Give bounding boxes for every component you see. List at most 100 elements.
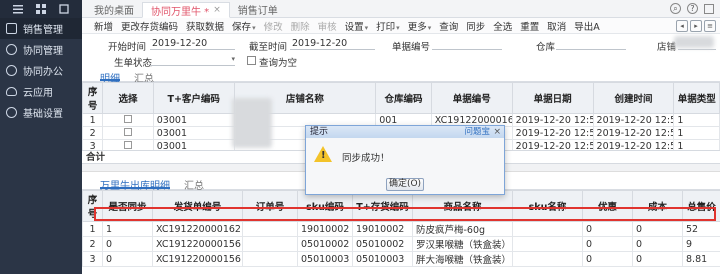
end-time-field[interactable]: 2019-12-20 (290, 38, 375, 50)
help-icon[interactable]: ? (687, 3, 698, 14)
export-button[interactable]: 导出A (570, 19, 604, 33)
table-cell: 05010002 (352, 236, 413, 252)
dialog-help-link[interactable]: 问题宝 (464, 126, 490, 138)
table-cell (102, 139, 154, 150)
menu-icon[interactable] (12, 4, 23, 14)
table-cell: 1 (102, 221, 153, 237)
column-header[interactable]: 是否同步 (102, 190, 153, 222)
tab-sales-order[interactable]: 销售订单 (230, 1, 286, 17)
row-checkbox[interactable] (123, 127, 132, 136)
table-row[interactable]: 2 0 XC191220000156 05010002 05010002 罗汉果… (82, 236, 720, 252)
chevron-left-icon[interactable]: ◂ (676, 19, 688, 32)
table-row[interactable]: 1 1 XC191220000162 19010002 19010002 防皮疯… (82, 221, 720, 237)
column-header[interactable]: 单据类型 (673, 82, 720, 114)
list-icon[interactable]: ≡ (704, 19, 716, 32)
outbound-table: 序号 是否同步 发货单编号 订单号 sku编码 T+存货编码 商品名称 sku名… (82, 190, 720, 267)
more-button[interactable]: 更多▾ (404, 19, 436, 33)
print-button[interactable]: 打印▾ (372, 19, 404, 33)
start-time-field[interactable]: 2019-12-20 (150, 38, 235, 50)
column-header[interactable]: 优惠 (582, 190, 633, 222)
column-header[interactable]: 成本 (632, 190, 683, 222)
change-code-button[interactable]: 更改存货编码 (117, 19, 182, 33)
query-empty-checkbox[interactable] (247, 56, 256, 65)
table-cell: XC191220000162 (152, 221, 243, 237)
column-header[interactable]: 单据编号 (430, 82, 513, 114)
table-cell: 2019-12-20 12:50:42 (592, 139, 675, 150)
table-cell: 2019-12-20 12:50:42 (592, 126, 675, 140)
layers-icon[interactable] (59, 4, 69, 14)
table-cell: 1 (673, 139, 720, 150)
close-icon[interactable]: × (213, 5, 221, 15)
row-checkbox[interactable] (123, 114, 132, 123)
ok-button[interactable]: 确定(O) (386, 178, 424, 191)
table-cell: 0 (582, 236, 633, 252)
delete-button[interactable]: 删除 (287, 19, 314, 33)
select-all-button[interactable]: 全选 (489, 19, 516, 33)
tab-wanliniu[interactable]: 协同万里牛 * × (142, 2, 230, 18)
chevron-right-icon[interactable]: ▸ (690, 19, 702, 32)
column-header[interactable]: 仓库编码 (375, 82, 432, 114)
column-header[interactable]: 总售价 (682, 190, 720, 222)
sidebar-item-label: 云应用 (23, 88, 53, 99)
column-header[interactable]: T+客户编码 (152, 82, 235, 114)
table-cell: XC191220000156 (152, 251, 243, 267)
table-row[interactable]: 3 0 XC191220000156 05010003 05010003 胖大海… (82, 251, 720, 267)
doc-no-field[interactable] (432, 38, 502, 50)
column-header[interactable]: 创建时间 (592, 82, 675, 114)
column-header[interactable]: 选择 (102, 82, 154, 114)
add-button[interactable]: 新增 (90, 19, 117, 33)
table-cell: 03001 (152, 126, 235, 140)
sync-button[interactable]: 同步 (462, 19, 489, 33)
status-select[interactable]: ▾ (150, 54, 235, 66)
toolbar: 新增 更改存货编码 获取数据 保存▾ 修改 删除 审核 设置▾ 打印▾ 更多▾ … (82, 18, 720, 34)
grid-icon[interactable] (35, 4, 46, 14)
table-cell: 8.81 (682, 251, 720, 267)
settings-button[interactable]: 设置▾ (341, 19, 373, 33)
column-header[interactable]: 序号 (82, 82, 104, 114)
sidebar-item-cloud[interactable]: 云应用 (0, 81, 82, 102)
table-cell: 1 (673, 113, 720, 127)
column-header[interactable]: sku名称 (512, 190, 583, 222)
dialog-body: ! 同步成功！ 确定(O) (306, 138, 504, 196)
query-button[interactable]: 查询 (435, 19, 462, 33)
close-icon[interactable]: × (493, 126, 501, 138)
reset-button[interactable]: 重置 (516, 19, 543, 33)
fetch-data-button[interactable]: 获取数据 (182, 19, 228, 33)
sidebar-item-settings[interactable]: 基础设置 (0, 102, 82, 123)
warehouse-field[interactable] (556, 38, 626, 50)
save-button[interactable]: 保存▾ (228, 19, 260, 33)
table-cell: 1 (82, 221, 103, 237)
edit-button[interactable]: 修改 (260, 19, 287, 33)
table-cell: 2019-12-20 12:50:43 (592, 113, 675, 127)
window-icon[interactable] (704, 3, 714, 14)
approve-button[interactable]: 审核 (314, 19, 341, 33)
table-cell: 1 (673, 126, 720, 140)
search-icon[interactable]: ⌕ (670, 3, 681, 14)
chevron-down-icon: ▾ (396, 23, 400, 32)
cancel-button[interactable]: 取消 (543, 19, 570, 33)
sidebar-item-collab[interactable]: 协同管理 (0, 39, 82, 60)
column-header[interactable]: 单据日期 (511, 82, 594, 114)
sidebar-item-sales[interactable]: 销售管理 (0, 18, 82, 39)
tab-label: 协同万里牛 * (151, 6, 210, 18)
tab-summary[interactable]: 汇总 (134, 70, 154, 85)
chevron-down-icon: ▾ (427, 23, 432, 32)
column-header[interactable]: 序号 (82, 190, 103, 222)
table-cell: 0 (582, 251, 633, 267)
table-cell: 05010003 (297, 251, 353, 267)
tab-bar: 我的桌面 协同万里牛 * × 销售订单 ⌕ ? (82, 0, 720, 18)
tab-desktop[interactable]: 我的桌面 (86, 1, 142, 17)
tab-detail[interactable]: 明细 (100, 70, 120, 85)
table-cell (512, 221, 583, 237)
column-header[interactable]: 订单号 (242, 190, 298, 222)
column-header[interactable]: 发货单编号 (152, 190, 243, 222)
tab-label: 我的桌面 (94, 5, 134, 17)
table-cell: XC191220000156 (152, 236, 243, 252)
sidebar-item-office[interactable]: 协同办公 (0, 60, 82, 81)
tab-outbound-summary[interactable]: 汇总 (184, 177, 204, 192)
tab-outbound-detail[interactable]: 万里牛出库明细 (100, 177, 170, 192)
start-time-label: 开始时间 (108, 42, 147, 53)
row-checkbox[interactable] (123, 140, 132, 149)
table-cell: 0 (102, 236, 153, 252)
table-cell: 2 (82, 126, 104, 140)
